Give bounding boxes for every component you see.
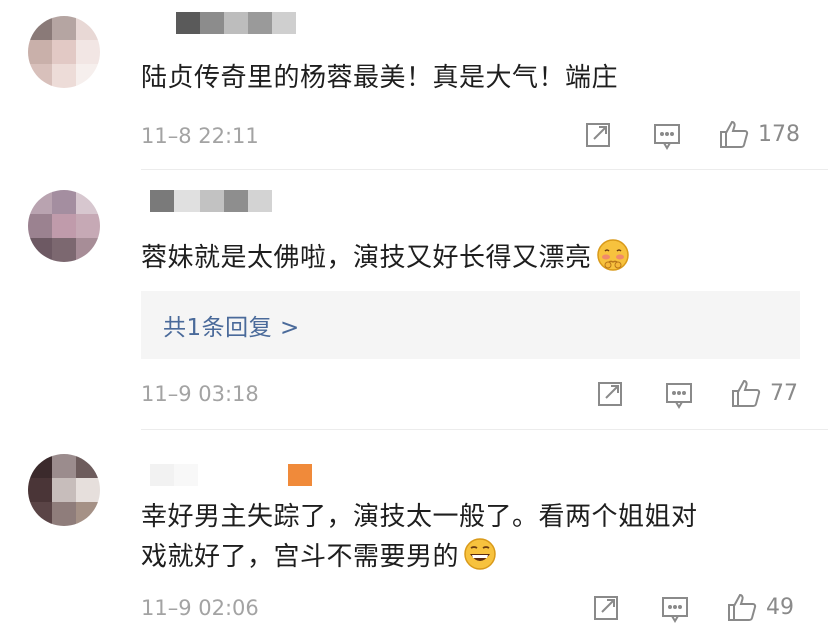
like-button[interactable]: 49 [726, 591, 794, 623]
like-count: 49 [766, 594, 794, 620]
comment-timestamp: 11–9 02:06 [141, 596, 259, 620]
thumbs-up-icon [728, 593, 757, 621]
comment-icon [662, 597, 688, 623]
comment-item: 幸好男主失踪了，演技太一般了。看两个姐姐对 戏就好了，宫斗不需要男的 11–9 … [0, 0, 828, 639]
share-button[interactable] [592, 594, 620, 622]
avatar[interactable] [28, 454, 100, 526]
share-icon [594, 596, 618, 620]
comment-button[interactable] [660, 594, 690, 624]
username[interactable] [150, 464, 312, 486]
comment-text: 幸好男主失踪了，演技太一般了。看两个姐姐对 戏就好了，宫斗不需要男的 [141, 497, 698, 577]
grinning-face-emoji [464, 538, 496, 570]
comment-text-line: 戏就好了，宫斗不需要男的 [141, 537, 698, 577]
comment-text-line: 幸好男主失踪了，演技太一般了。看两个姐姐对 [141, 502, 698, 532]
